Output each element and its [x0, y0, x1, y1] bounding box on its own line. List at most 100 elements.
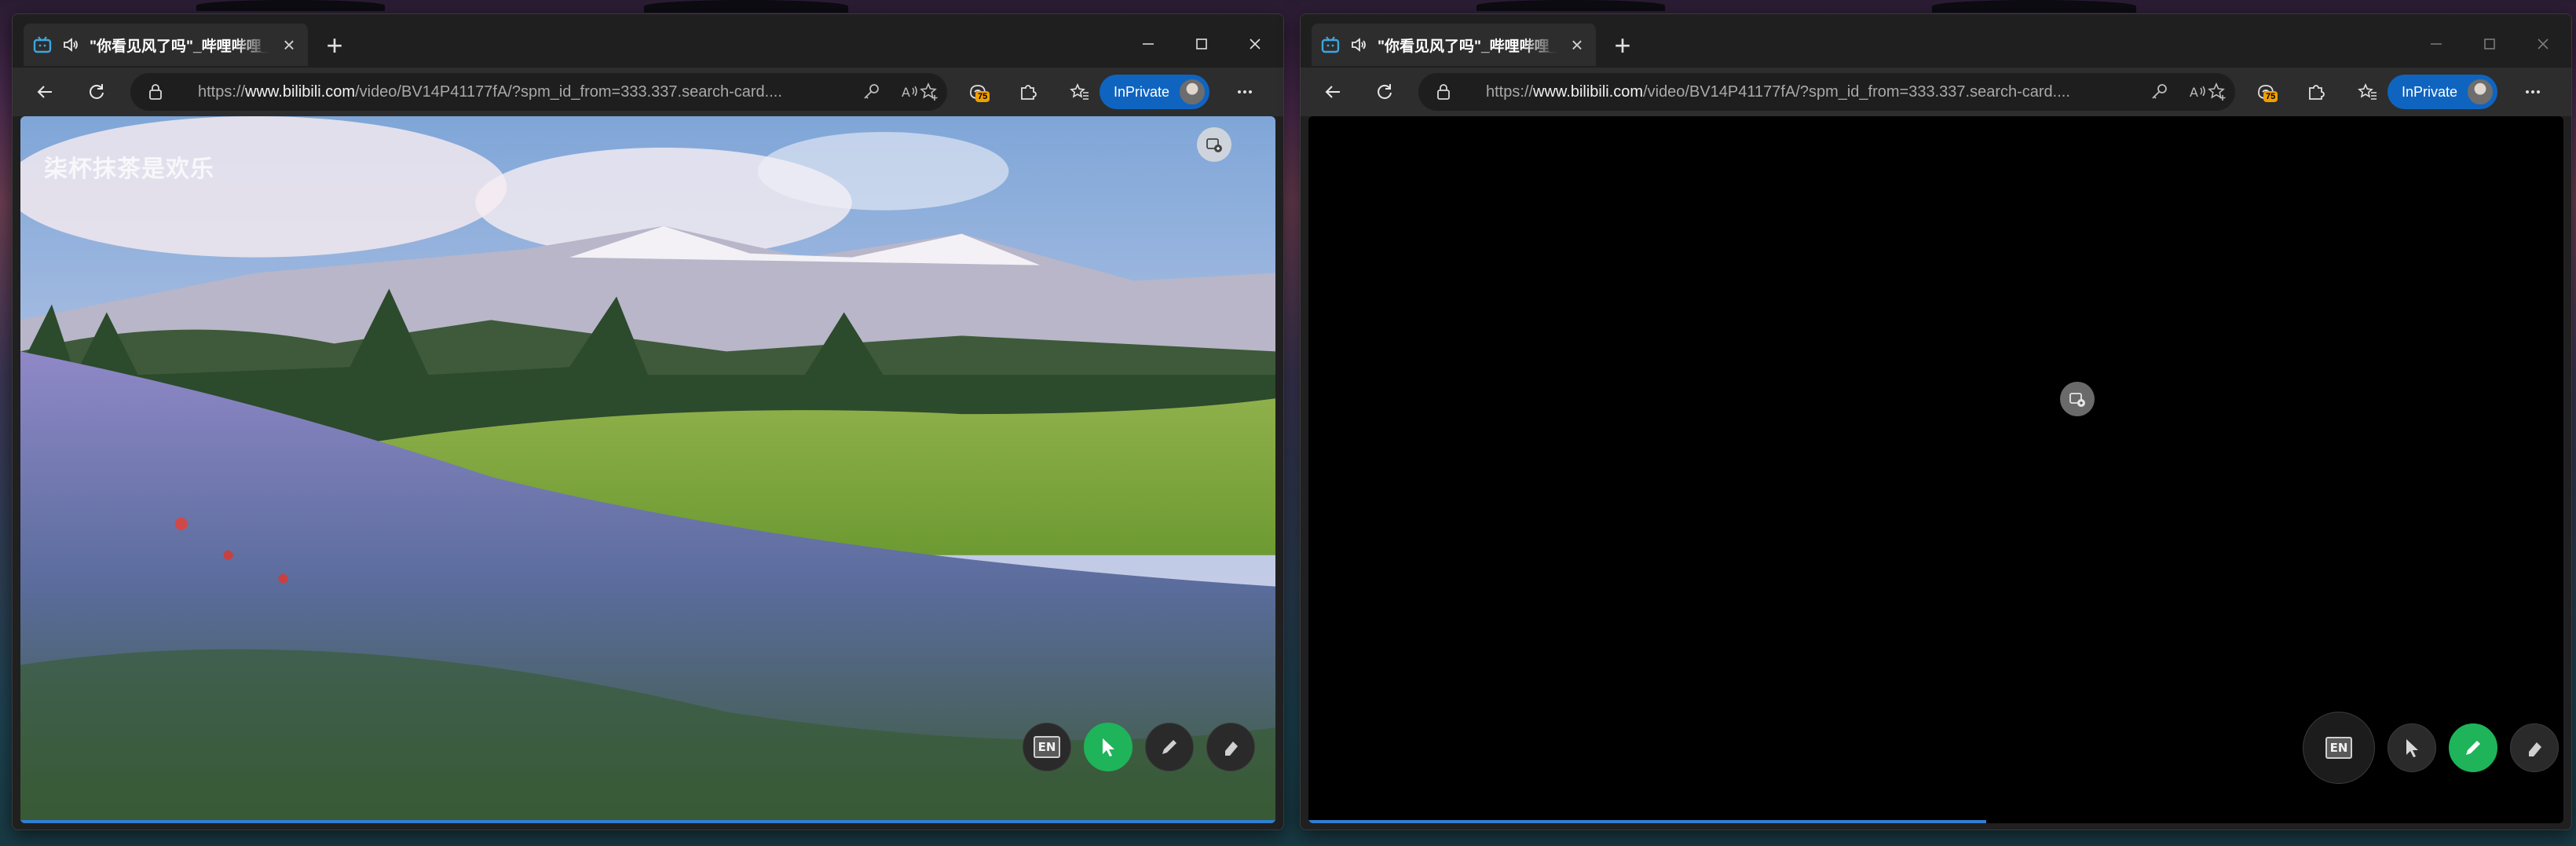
browser-window-left: "你看见风了吗"_哔哩哔哩_b × + https://www.bilibili… [12, 13, 1284, 830]
wallpaper-silhouette [196, 0, 385, 11]
en-label: EN [1033, 736, 1061, 758]
favorites-icon [1070, 83, 1089, 100]
eraser-icon [1225, 742, 1238, 756]
language-switch-button[interactable]: EN [1023, 723, 1071, 771]
avatar [1178, 78, 1206, 106]
key-icon[interactable] [2149, 82, 2169, 102]
refresh-button[interactable] [80, 75, 113, 108]
tab-close-button[interactable]: × [280, 35, 298, 55]
language-switch-button[interactable]: EN [2303, 712, 2375, 784]
inprivate-label: InPrivate [2402, 83, 2458, 100]
minimize-button[interactable] [1129, 28, 1167, 60]
url-prefix: https:// [198, 83, 246, 101]
video-cast-button[interactable] [2060, 382, 2095, 416]
address-bar[interactable]: https://www.bilibili.com/video/BV14P4117… [1418, 73, 2235, 111]
tab-title: "你看见风了吗"_哔哩哔哩_b [1378, 38, 1558, 55]
bilibili-tv-icon [33, 35, 52, 54]
speaker-icon[interactable] [1349, 35, 1368, 54]
read-aloud-icon[interactable]: A [2188, 82, 2208, 102]
url-host: www.bilibili.com [245, 83, 356, 101]
maximize-button[interactable] [2471, 28, 2508, 60]
extension-count-badge: 75 [2263, 91, 2278, 102]
page-load-bar [1308, 820, 1986, 823]
video-player[interactable]: EN [1308, 116, 2563, 823]
refresh-icon [1378, 84, 1392, 99]
wallpaper-silhouette [644, 0, 848, 13]
page-load-bar [20, 820, 1275, 823]
minimize-button[interactable] [2417, 28, 2455, 60]
copilot-button[interactable]: 75 [961, 75, 994, 108]
favorites-button[interactable] [1063, 75, 1096, 108]
key-icon[interactable] [861, 82, 881, 102]
lock-icon[interactable] [146, 82, 165, 105]
refresh-button[interactable] [1368, 75, 1401, 108]
wallpaper-silhouette [1932, 0, 2136, 13]
star-plus-icon[interactable] [919, 82, 939, 102]
en-label: EN [2325, 737, 2353, 759]
inprivate-button[interactable]: InPrivate [1100, 75, 1209, 109]
url-host: www.bilibili.com [1533, 83, 1644, 101]
ink-toolbar: EN [1023, 723, 1255, 771]
settings-menu-button[interactable] [2516, 75, 2549, 108]
lock-icon[interactable] [1434, 82, 1453, 105]
navigation-toolbar: https://www.bilibili.com/video/BV14P4117… [13, 68, 1283, 116]
landscape-video-frame [20, 116, 1275, 823]
select-tool-button[interactable] [2388, 723, 2436, 772]
url-text[interactable]: https://www.bilibili.com/video/BV14P4117… [1486, 73, 2146, 111]
eraser-tool-button[interactable] [2510, 723, 2559, 772]
new-tab-button[interactable]: + [319, 30, 350, 61]
url-text[interactable]: https://www.bilibili.com/video/BV14P4117… [198, 73, 858, 111]
inprivate-label: InPrivate [1114, 83, 1170, 100]
eraser-tool-button[interactable] [1206, 723, 1255, 771]
video-cast-button[interactable] [1197, 127, 1231, 162]
cursor-icon [1103, 738, 1114, 756]
back-button[interactable] [28, 75, 61, 108]
address-bar[interactable]: https://www.bilibili.com/video/BV14P4117… [130, 73, 947, 111]
avatar [2466, 78, 2494, 106]
url-prefix: https:// [1486, 83, 1534, 101]
title-bar: "你看见风了吗"_哔哩哔哩_b × + [1301, 14, 2571, 68]
read-aloud-icon[interactable]: A [900, 82, 920, 102]
close-window-button[interactable] [2524, 28, 2562, 60]
url-path: /video/BV14P41177fA/?spm_id_from=333.337… [355, 83, 782, 101]
ellipsis-icon [1238, 90, 1252, 93]
uploader-watermark: 柒杯抹茶是欢乐 [44, 156, 214, 182]
browser-window-right: "你看见风了吗"_哔哩哔哩_b × + https://www.bilibili… [1300, 13, 2572, 830]
cursor-icon [2406, 739, 2418, 757]
svg-text:A: A [902, 85, 910, 100]
cast-icon [2069, 393, 2085, 407]
title-bar: "你看见风了吗"_哔哩哔哩_b × + [13, 14, 1283, 68]
arrow-left-icon [1325, 86, 1340, 98]
select-tool-button[interactable] [1084, 723, 1132, 771]
svg-text:A: A [2190, 85, 2198, 100]
url-path: /video/BV14P41177fA/?spm_id_from=333.337… [1643, 83, 2070, 101]
pen-tool-button[interactable] [1145, 723, 1194, 771]
speaker-icon[interactable] [61, 35, 80, 54]
favorites-button[interactable] [2351, 75, 2384, 108]
browser-tab[interactable]: "你看见风了吗"_哔哩哔哩_b × [1312, 24, 1596, 66]
video-player[interactable]: 柒杯抹茶是欢乐 EN [20, 116, 1275, 823]
pen-icon [2466, 741, 2480, 755]
new-tab-button[interactable]: + [1607, 30, 1638, 61]
browser-tab[interactable]: "你看见风了吗"_哔哩哔哩_b × [24, 24, 308, 66]
inprivate-button[interactable]: InPrivate [2388, 75, 2497, 109]
copilot-button[interactable]: 75 [2249, 75, 2282, 108]
eraser-icon [2529, 742, 2541, 756]
extensions-button[interactable] [2300, 75, 2333, 108]
favorites-icon [2358, 83, 2377, 100]
settings-menu-button[interactable] [1228, 75, 1261, 108]
refresh-icon [90, 84, 104, 99]
puzzle-icon [2309, 85, 2325, 100]
puzzle-icon [1021, 85, 1037, 100]
star-plus-icon[interactable] [2207, 82, 2227, 102]
tab-close-button[interactable]: × [1568, 35, 1586, 55]
close-window-button[interactable] [1236, 28, 1274, 60]
maximize-button[interactable] [1183, 28, 1220, 60]
back-button[interactable] [1316, 75, 1349, 108]
navigation-toolbar: https://www.bilibili.com/video/BV14P4117… [1301, 68, 2571, 116]
extensions-button[interactable] [1012, 75, 1045, 108]
bilibili-tv-icon [1321, 35, 1340, 54]
pen-tool-button[interactable] [2449, 723, 2497, 772]
tab-title: "你看见风了吗"_哔哩哔哩_b [90, 38, 270, 55]
ink-toolbar: EN [2303, 712, 2559, 784]
